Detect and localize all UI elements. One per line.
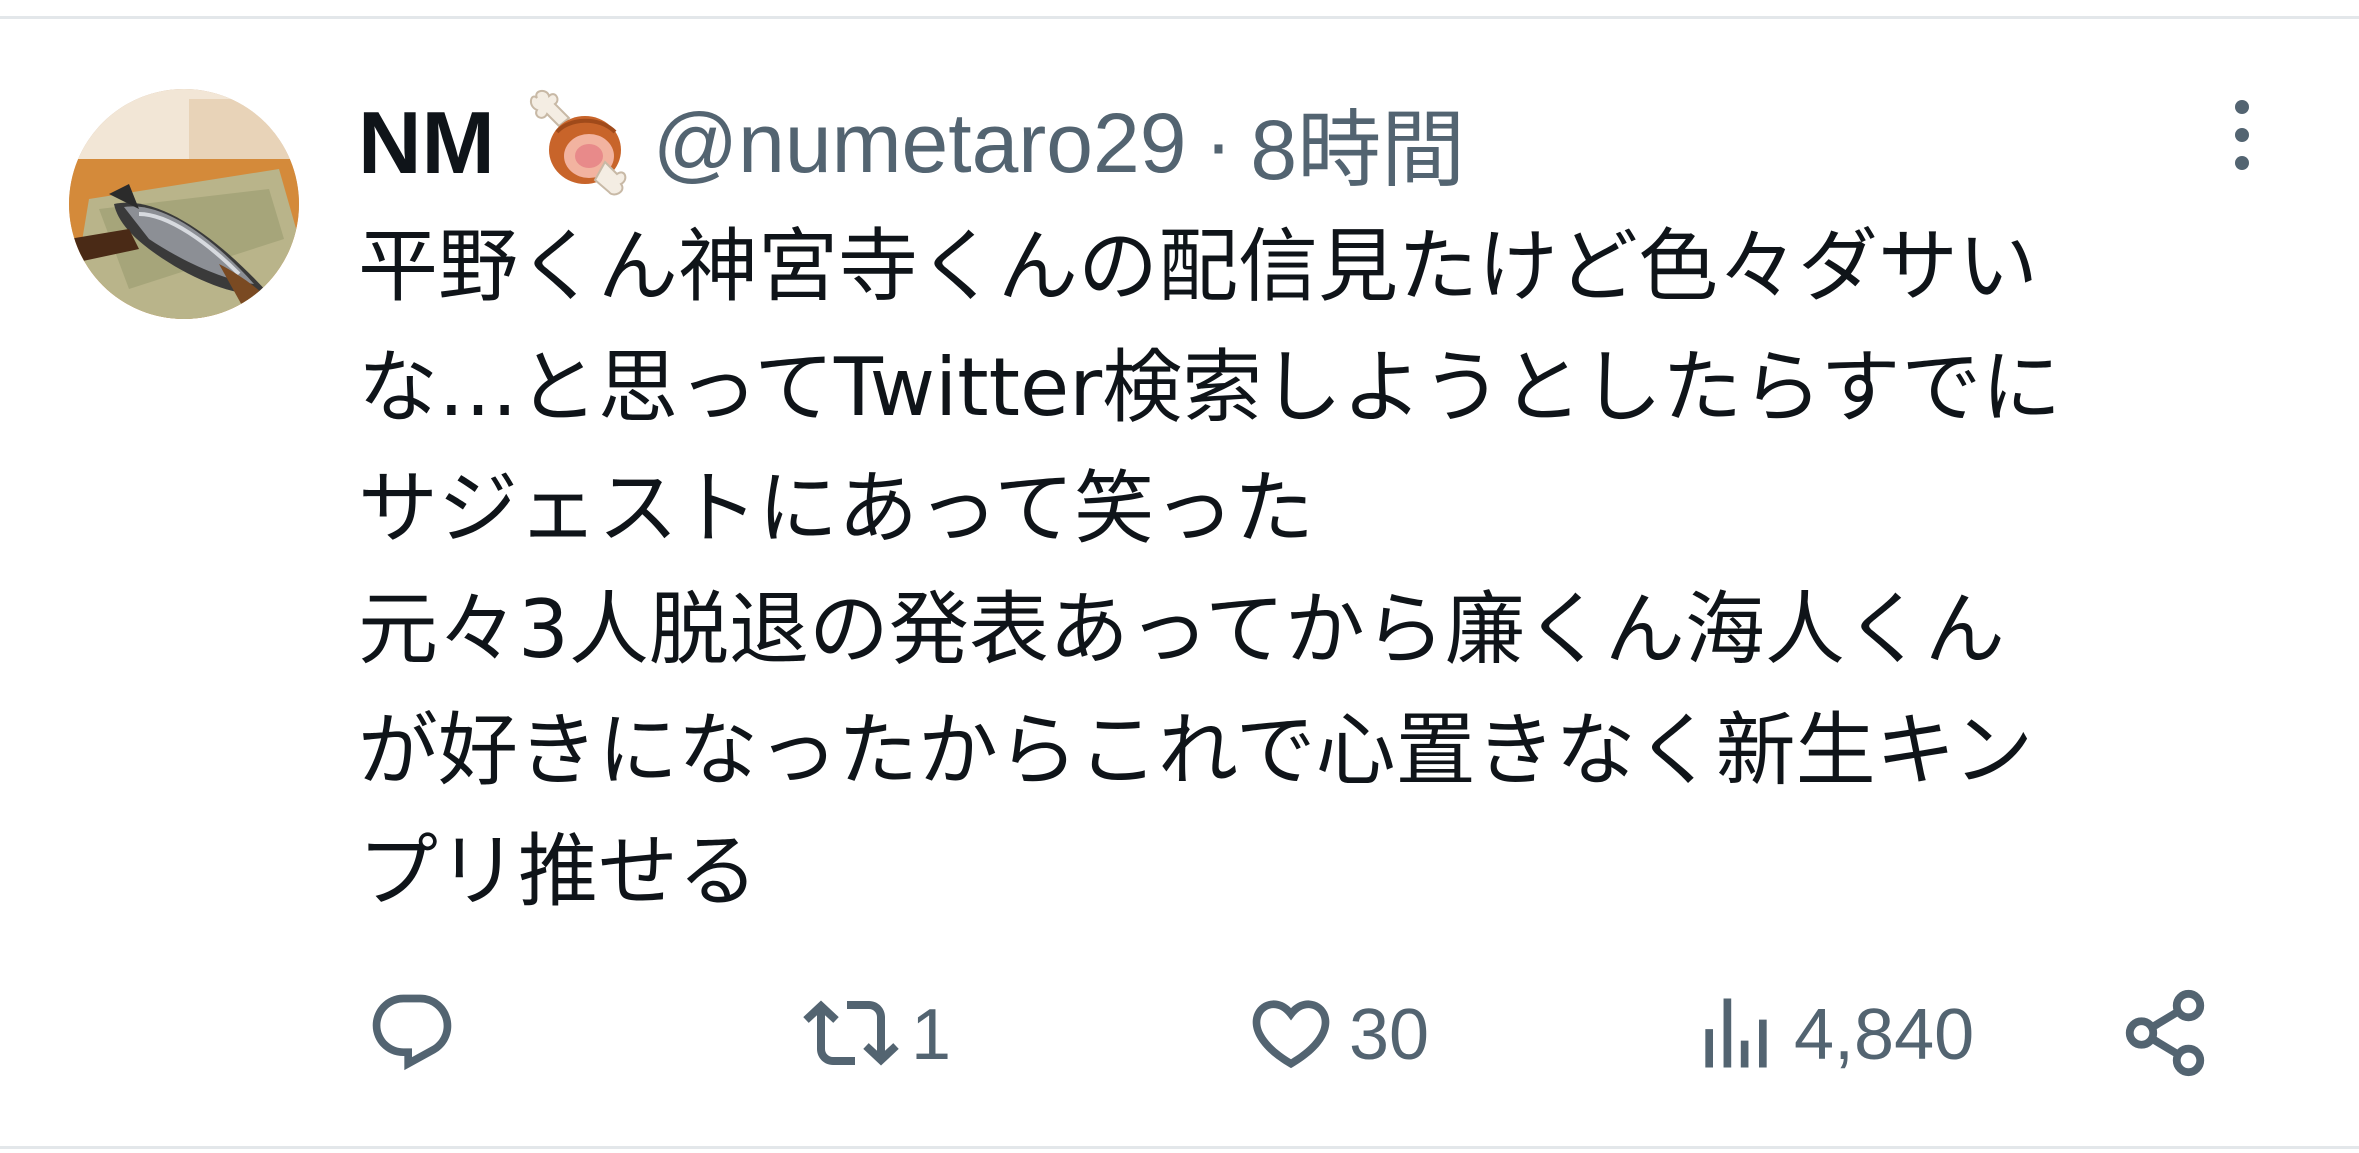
- bottom-divider: [0, 1146, 2359, 1149]
- user-handle[interactable]: @numetaro29: [653, 95, 1187, 192]
- heart-icon: [1245, 987, 1337, 1083]
- like-count: 30: [1349, 995, 1430, 1075]
- top-divider: [0, 16, 2359, 19]
- share-icon: [2118, 986, 2212, 1084]
- tweet-text-line: サジェストにあって笑った: [358, 462, 1314, 555]
- tweet-text-line: 元々3人脱退の発表あってから廉くん海人くん: [358, 583, 2005, 676]
- share-button[interactable]: [2118, 980, 2212, 1090]
- retweet-icon: [803, 985, 899, 1085]
- views-button[interactable]: 4,840: [1690, 980, 1974, 1090]
- reply-button[interactable]: [366, 980, 470, 1090]
- tweet-text: 平野くん神宮寺くんの配信見たけど色々ダサい な…と思ってTwitter検索しよう…: [358, 206, 2318, 932]
- tweet-text-line: な…と思ってTwitter検索しようとしたらすでに: [358, 341, 2062, 434]
- more-vertical-icon[interactable]: [2224, 98, 2260, 172]
- tweet-text-line: プリ推せる: [358, 825, 758, 918]
- display-name[interactable]: NM: [358, 92, 495, 194]
- avatar[interactable]: [69, 89, 299, 319]
- timestamp[interactable]: 8時間: [1250, 83, 1465, 204]
- reply-icon: [366, 987, 458, 1083]
- grilled-fish-avatar-image: [69, 89, 299, 319]
- retweet-button[interactable]: 1: [803, 980, 951, 1090]
- views-count: 4,840: [1794, 995, 1975, 1075]
- tweet-header: NM @numetaro29 · 8時間: [358, 88, 1465, 198]
- meat-on-bone-icon: [529, 88, 629, 198]
- header-separator: ·: [1204, 95, 1233, 190]
- tweet-text-line: が好きになったからこれで心置きなく新生キン: [358, 704, 2034, 797]
- retweet-count: 1: [911, 995, 952, 1075]
- tweet-actions: 1 30 4,840: [0, 980, 2359, 1090]
- views-icon: [1690, 987, 1782, 1083]
- tweet-text-line: 平野くん神宮寺くんの配信見たけど色々ダサい: [358, 220, 2038, 313]
- like-button[interactable]: 30: [1245, 980, 1429, 1090]
